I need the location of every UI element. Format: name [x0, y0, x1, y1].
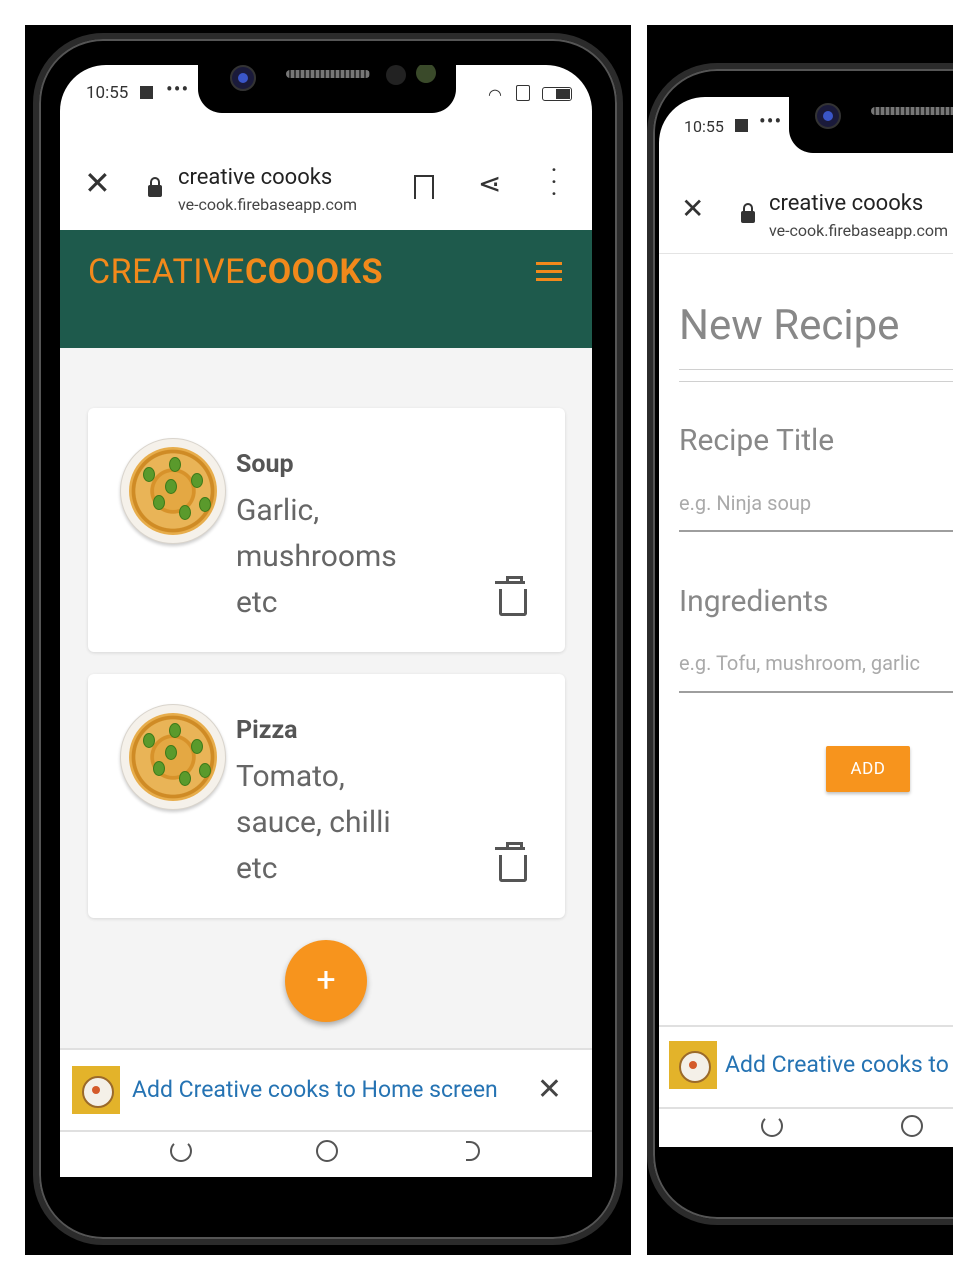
page-title: creative coooks [769, 191, 924, 216]
secondary-camera-icon [416, 65, 436, 83]
custom-tab-toolbar: ✕ creative coooks ve-cook.firebaseapp.co… [60, 145, 592, 231]
close-tab-icon[interactable]: ✕ [681, 195, 704, 223]
status-time: 10:55 [684, 117, 724, 136]
page-url[interactable]: ve-cook.firebaseapp.com [178, 195, 357, 214]
close-tab-icon[interactable]: ✕ [84, 167, 111, 199]
custom-tab-toolbar: ✕ creative coooks ve-cook.firebaseapp.co… [659, 167, 953, 254]
recipe-title-underline [679, 530, 953, 532]
recipe-title-input[interactable]: e.g. Ninja soup [679, 491, 811, 515]
recipe-card: Pizza Tomato, sauce, chilli etc [88, 674, 565, 918]
recipe-title: Pizza [236, 716, 298, 745]
divider [679, 381, 953, 382]
logo-bold-text: COOOKS [244, 252, 384, 292]
divider [679, 369, 953, 370]
recipe-ingredients: Tomato, sauce, chilli etc [236, 759, 391, 886]
recent-apps-icon[interactable] [170, 1140, 192, 1162]
recent-apps-icon[interactable] [761, 1115, 783, 1137]
system-nav-bar [60, 1132, 592, 1177]
page-url[interactable]: ve-cook.firebaseapp.com [769, 221, 948, 240]
battery-icon [542, 87, 572, 101]
proximity-sensor [386, 65, 406, 85]
ingredients-input[interactable]: e.g. Tofu, mushroom, garlic [679, 651, 920, 675]
add-button[interactable]: ADD [826, 746, 910, 792]
back-icon[interactable] [466, 1141, 480, 1161]
close-banner-icon[interactable]: ✕ [537, 1072, 562, 1107]
delete-icon[interactable] [495, 842, 527, 882]
bookmark-icon[interactable] [414, 175, 434, 199]
phone-screen: 10:55 ••• ✕ creative coooks ve-cook.fire… [659, 97, 953, 1147]
home-icon[interactable] [901, 1115, 923, 1137]
sim-icon [516, 85, 530, 101]
add-to-home-text[interactable]: Add Creative cooks to I [725, 1051, 953, 1078]
earpiece-speaker [871, 107, 953, 115]
ingredients-label: Ingredients [679, 584, 829, 619]
app-logo[interactable]: CREATIVECOOOKS [88, 252, 383, 292]
camera-notch [198, 65, 456, 113]
home-icon[interactable] [316, 1140, 338, 1162]
front-camera-icon [815, 103, 841, 129]
wifi-icon: ◠ [488, 85, 502, 104]
recipe-title: Soup [236, 450, 294, 479]
phone-screen: 10:55 ••• ◠ ✕ creative coooks ve-cook.fi… [60, 65, 592, 1177]
menu-icon[interactable] [536, 262, 562, 286]
share-icon[interactable]: ⋖ [478, 167, 501, 200]
lock-icon [741, 203, 755, 223]
delete-icon[interactable] [495, 576, 527, 616]
noodle-bowl-icon [120, 704, 226, 810]
notification-icon [735, 119, 748, 132]
recipe-title-label: Recipe Title [679, 423, 835, 458]
camera-notch [789, 97, 953, 153]
status-time: 10:55 [86, 83, 129, 103]
earpiece-speaker [286, 70, 370, 78]
add-to-home-text[interactable]: Add Creative cooks to Home screen [132, 1076, 498, 1103]
form-title: New Recipe [679, 301, 900, 350]
recipe-list: Soup Garlic, mushrooms etc Pizza Tomato,… [60, 348, 592, 1048]
logo-light-text: CREATIVE [88, 252, 245, 292]
noodle-bowl-icon [120, 438, 226, 544]
front-camera-icon [230, 65, 256, 91]
ingredients-underline [679, 691, 953, 693]
app-icon [669, 1041, 717, 1089]
recipe-ingredients: Garlic, mushrooms etc [236, 493, 397, 620]
add-to-home-banner[interactable]: Add Creative cooks to I [659, 1025, 953, 1109]
lock-icon [148, 177, 162, 197]
more-notifications-icon: ••• [166, 77, 190, 101]
system-nav-bar [659, 1109, 953, 1147]
notification-icon [140, 86, 153, 99]
more-options-icon[interactable]: · · · [550, 158, 558, 208]
left-phone-panel: 10:55 ••• ◠ ✕ creative coooks ve-cook.fi… [25, 25, 631, 1255]
page-title: creative coooks [178, 165, 333, 190]
app-icon [72, 1066, 120, 1114]
app-header: CREATIVECOOOKS [60, 230, 592, 348]
more-notifications-icon: ••• [759, 109, 783, 133]
recipe-card: Soup Garlic, mushrooms etc [88, 408, 565, 652]
add-recipe-button[interactable]: + [285, 940, 367, 1022]
right-phone-panel: 10:55 ••• ✕ creative coooks ve-cook.fire… [647, 25, 953, 1255]
add-to-home-banner[interactable]: Add Creative cooks to Home screen ✕ [60, 1048, 592, 1132]
